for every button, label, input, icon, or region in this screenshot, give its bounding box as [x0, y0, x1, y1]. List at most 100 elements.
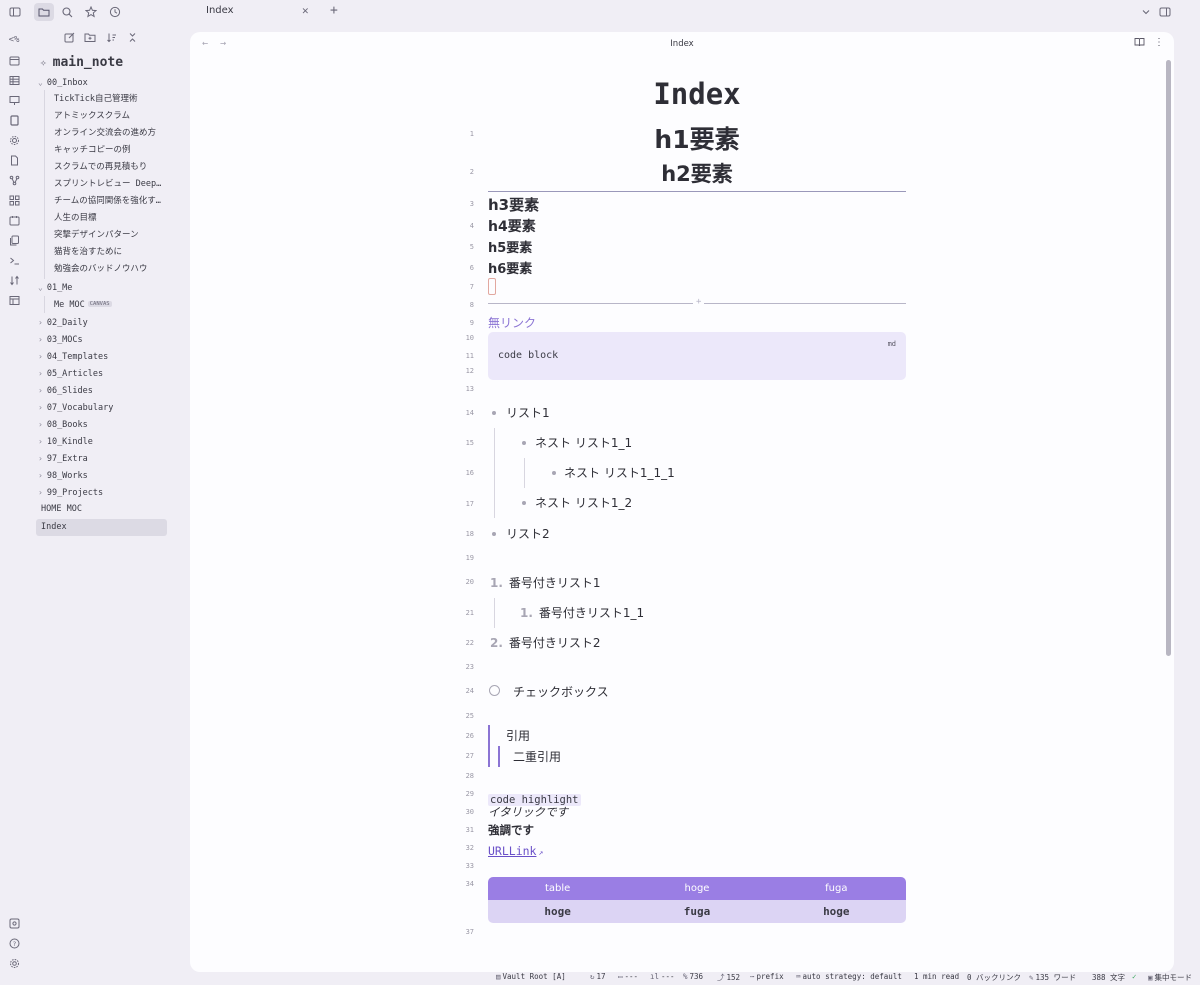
- ordered-list-item[interactable]: 1. 番号付きリスト1_1: [520, 604, 644, 621]
- heading-4[interactable]: h4要素: [488, 216, 536, 236]
- status-sync-ok[interactable]: ✓: [1132, 972, 1139, 981]
- sort-icon[interactable]: [106, 32, 117, 46]
- folder-01-me[interactable]: ⌄ 01_Me: [38, 279, 176, 296]
- settings-icon[interactable]: [6, 955, 22, 971]
- note-title[interactable]: Index: [488, 77, 906, 111]
- tab-close-icon[interactable]: ✕: [302, 4, 309, 17]
- status-vault[interactable]: ▤ Vault Root [A]: [496, 972, 566, 981]
- italic-text[interactable]: イタリックです: [488, 804, 568, 820]
- blockquote-nested[interactable]: 二重引用: [513, 748, 561, 765]
- scrollbar[interactable]: [1166, 60, 1171, 656]
- folder-97-extra[interactable]: › 97_Extra: [38, 450, 176, 467]
- right-sidebar-toggle-icon[interactable]: [1156, 3, 1174, 21]
- status-read-time[interactable]: 1 min read: [914, 972, 959, 981]
- unresolved-link[interactable]: 無リンク: [488, 314, 536, 331]
- table-header-cell[interactable]: fuga: [767, 877, 906, 900]
- ordered-list-item[interactable]: 2. 番号付きリスト2: [490, 634, 601, 651]
- status-backlinks[interactable]: 0 バックリンク: [967, 972, 1021, 983]
- list-item[interactable]: リスト1: [506, 404, 550, 421]
- status-chars[interactable]: 388 文字: [1092, 972, 1125, 983]
- grid-icon[interactable]: [6, 192, 22, 208]
- vault-icon[interactable]: [6, 915, 22, 931]
- code-block[interactable]: md code block: [488, 332, 906, 380]
- folder-02-daily[interactable]: › 02_Daily: [38, 314, 176, 331]
- table-header-cell[interactable]: hoge: [627, 877, 766, 900]
- bold-text[interactable]: 強調です: [488, 822, 534, 838]
- file-item[interactable]: 勉強会のバッドノウハウ: [54, 261, 176, 278]
- tab-index[interactable]: Index: [206, 5, 234, 16]
- status-count-1[interactable]: ↻ 17: [590, 972, 606, 981]
- heading-3[interactable]: h3要素: [488, 194, 539, 215]
- markdown-table[interactable]: table hoge fuga hoge fuga hoge: [488, 877, 906, 923]
- heading-1[interactable]: h1要素: [488, 120, 906, 156]
- table-cell[interactable]: hoge: [488, 900, 627, 923]
- terminal-icon[interactable]: [6, 252, 22, 268]
- ordered-list-item[interactable]: 1. 番号付きリスト1: [490, 574, 601, 591]
- task-checkbox[interactable]: [489, 685, 500, 696]
- search-icon[interactable]: [58, 3, 76, 21]
- templater-icon[interactable]: <%: [6, 32, 22, 48]
- more-options-icon[interactable]: ⋮: [1154, 37, 1164, 48]
- layout-icon[interactable]: [6, 292, 22, 308]
- file-icon[interactable]: [6, 152, 22, 168]
- status-words[interactable]: ✎ 135 ワード: [1029, 972, 1076, 983]
- file-item-index[interactable]: Index: [36, 519, 167, 536]
- folder-98-works[interactable]: › 98_Works: [38, 467, 176, 484]
- file-item[interactable]: チームの協同関係を強化す…: [54, 193, 176, 210]
- sidebar-toggle-icon[interactable]: [6, 3, 24, 21]
- folder-07-vocabulary[interactable]: › 07_Vocabulary: [38, 399, 176, 416]
- text-cursor[interactable]: [488, 278, 496, 295]
- presentation-icon[interactable]: [6, 92, 22, 108]
- clock-icon[interactable]: [106, 3, 124, 21]
- status-prefix[interactable]: ⋯ prefix: [750, 972, 784, 981]
- folder-00-inbox[interactable]: ⌄ 00_Inbox: [38, 74, 176, 91]
- file-item[interactable]: 猫背を治すために: [54, 244, 176, 261]
- file-item[interactable]: キャッチコピーの例: [54, 142, 176, 159]
- heading-2[interactable]: h2要素: [488, 158, 906, 188]
- task-item[interactable]: チェックボックス: [513, 683, 609, 700]
- new-note-icon[interactable]: [64, 32, 75, 46]
- file-item-me-moc[interactable]: Me MOC CANVAS: [54, 296, 176, 313]
- list-item[interactable]: ネスト リスト1_2: [535, 494, 632, 511]
- file-item[interactable]: アトミックスクラム: [54, 108, 176, 125]
- new-folder-icon[interactable]: [84, 32, 96, 46]
- heading-5[interactable]: h5要素: [488, 237, 532, 256]
- copy-icon[interactable]: [6, 232, 22, 248]
- file-item-home-moc[interactable]: HOME MOC: [38, 501, 176, 518]
- table-header-cell[interactable]: table: [488, 877, 627, 900]
- file-item[interactable]: 人生の目標: [54, 210, 176, 227]
- status-count-4[interactable]: % 736: [683, 972, 703, 981]
- file-item[interactable]: スクラムでの再見積もり: [54, 159, 176, 176]
- folder-05-articles[interactable]: › 05_Articles: [38, 365, 176, 382]
- table-icon[interactable]: [6, 72, 22, 88]
- gear-icon[interactable]: [6, 132, 22, 148]
- swap-icon[interactable]: [6, 272, 22, 288]
- folder-04-templates[interactable]: › 04_Templates: [38, 348, 176, 365]
- status-count-3[interactable]: ıl ---: [650, 972, 675, 981]
- file-item[interactable]: TickTick自己管理術: [54, 91, 176, 108]
- star-icon[interactable]: [82, 3, 100, 21]
- calendar-icon[interactable]: [6, 52, 22, 68]
- status-count-2[interactable]: ▭ ---: [618, 972, 638, 981]
- folder-06-slides[interactable]: › 06_Slides: [38, 382, 176, 399]
- chevron-down-icon[interactable]: [1137, 3, 1155, 21]
- graph-icon[interactable]: [6, 172, 22, 188]
- list-item[interactable]: ネスト リスト1_1: [535, 434, 632, 451]
- folder-99-projects[interactable]: › 99_Projects: [38, 484, 176, 501]
- heading-6[interactable]: h6要素: [488, 258, 532, 277]
- folder-03-mocs[interactable]: › 03_MOCs: [38, 331, 176, 348]
- list-item[interactable]: ネスト リスト1_1_1: [564, 464, 675, 481]
- folder-10-kindle[interactable]: › 10_Kindle: [38, 433, 176, 450]
- file-item[interactable]: オンライン交流会の進め方: [54, 125, 176, 142]
- table-cell[interactable]: fuga: [627, 900, 766, 923]
- external-link[interactable]: URLLink: [488, 844, 536, 858]
- blockquote[interactable]: 引用: [506, 727, 530, 744]
- file-item[interactable]: 突撃デザインパターン: [54, 227, 176, 244]
- table-cell[interactable]: hoge: [767, 900, 906, 923]
- status-focus-mode[interactable]: ▣ 集中モード: [1148, 972, 1192, 983]
- file-item[interactable]: スプリントレビュー Deep…: [54, 176, 176, 193]
- folder-icon[interactable]: [34, 3, 54, 21]
- daily-note-icon[interactable]: [6, 212, 22, 228]
- external-link-line[interactable]: URLLink ↗: [488, 840, 543, 859]
- status-count-5[interactable]: ⤴ 152: [717, 972, 740, 983]
